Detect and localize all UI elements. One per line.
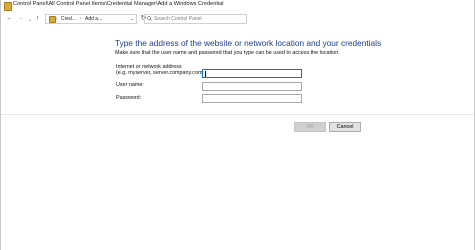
search-icon xyxy=(147,16,152,21)
divider xyxy=(1,114,474,115)
title-bar: Control Panel\All Control Panel Items\Cr… xyxy=(1,0,474,12)
search-placeholder[interactable]: Search Control Panel xyxy=(154,16,202,22)
password-label: Password: xyxy=(116,95,142,101)
breadcrumb-credential-manager[interactable]: Cred... xyxy=(61,16,76,22)
page-heading: Type the address of the website or netwo… xyxy=(115,38,382,48)
window-title: Control Panel\All Control Panel Items\Cr… xyxy=(13,1,224,7)
internet-address-input[interactable] xyxy=(202,69,302,78)
up-arrow-icon[interactable]: ↑ xyxy=(36,14,40,24)
address-label-line2: (e.g. myserver, server.company.com): xyxy=(116,70,206,76)
page-instructions: Make sure that the user name and passwor… xyxy=(115,50,340,56)
breadcrumb-separator[interactable]: › xyxy=(56,16,58,22)
password-input[interactable] xyxy=(202,94,302,103)
ok-button[interactable]: OK xyxy=(294,122,326,132)
username-label: User name: xyxy=(116,82,144,88)
control-panel-icon xyxy=(4,2,12,11)
address-dropdown-icon[interactable]: ⌄ xyxy=(130,16,134,22)
search-box[interactable]: Search Control Panel xyxy=(144,14,247,24)
breadcrumb-separator[interactable]: › xyxy=(80,16,82,22)
cancel-button[interactable]: Cancel xyxy=(329,122,361,132)
breadcrumb-add-credential[interactable]: Add a... xyxy=(85,16,102,22)
address-bar[interactable]: › Cred... › Add a... ⌄ xyxy=(45,14,137,24)
recent-locations-icon[interactable]: ⌄ xyxy=(28,15,32,25)
text-caret xyxy=(205,71,206,77)
username-input[interactable] xyxy=(202,82,302,91)
back-arrow-icon[interactable]: ← xyxy=(6,14,13,24)
forward-arrow-icon[interactable]: → xyxy=(17,14,24,24)
control-panel-icon xyxy=(49,16,56,23)
